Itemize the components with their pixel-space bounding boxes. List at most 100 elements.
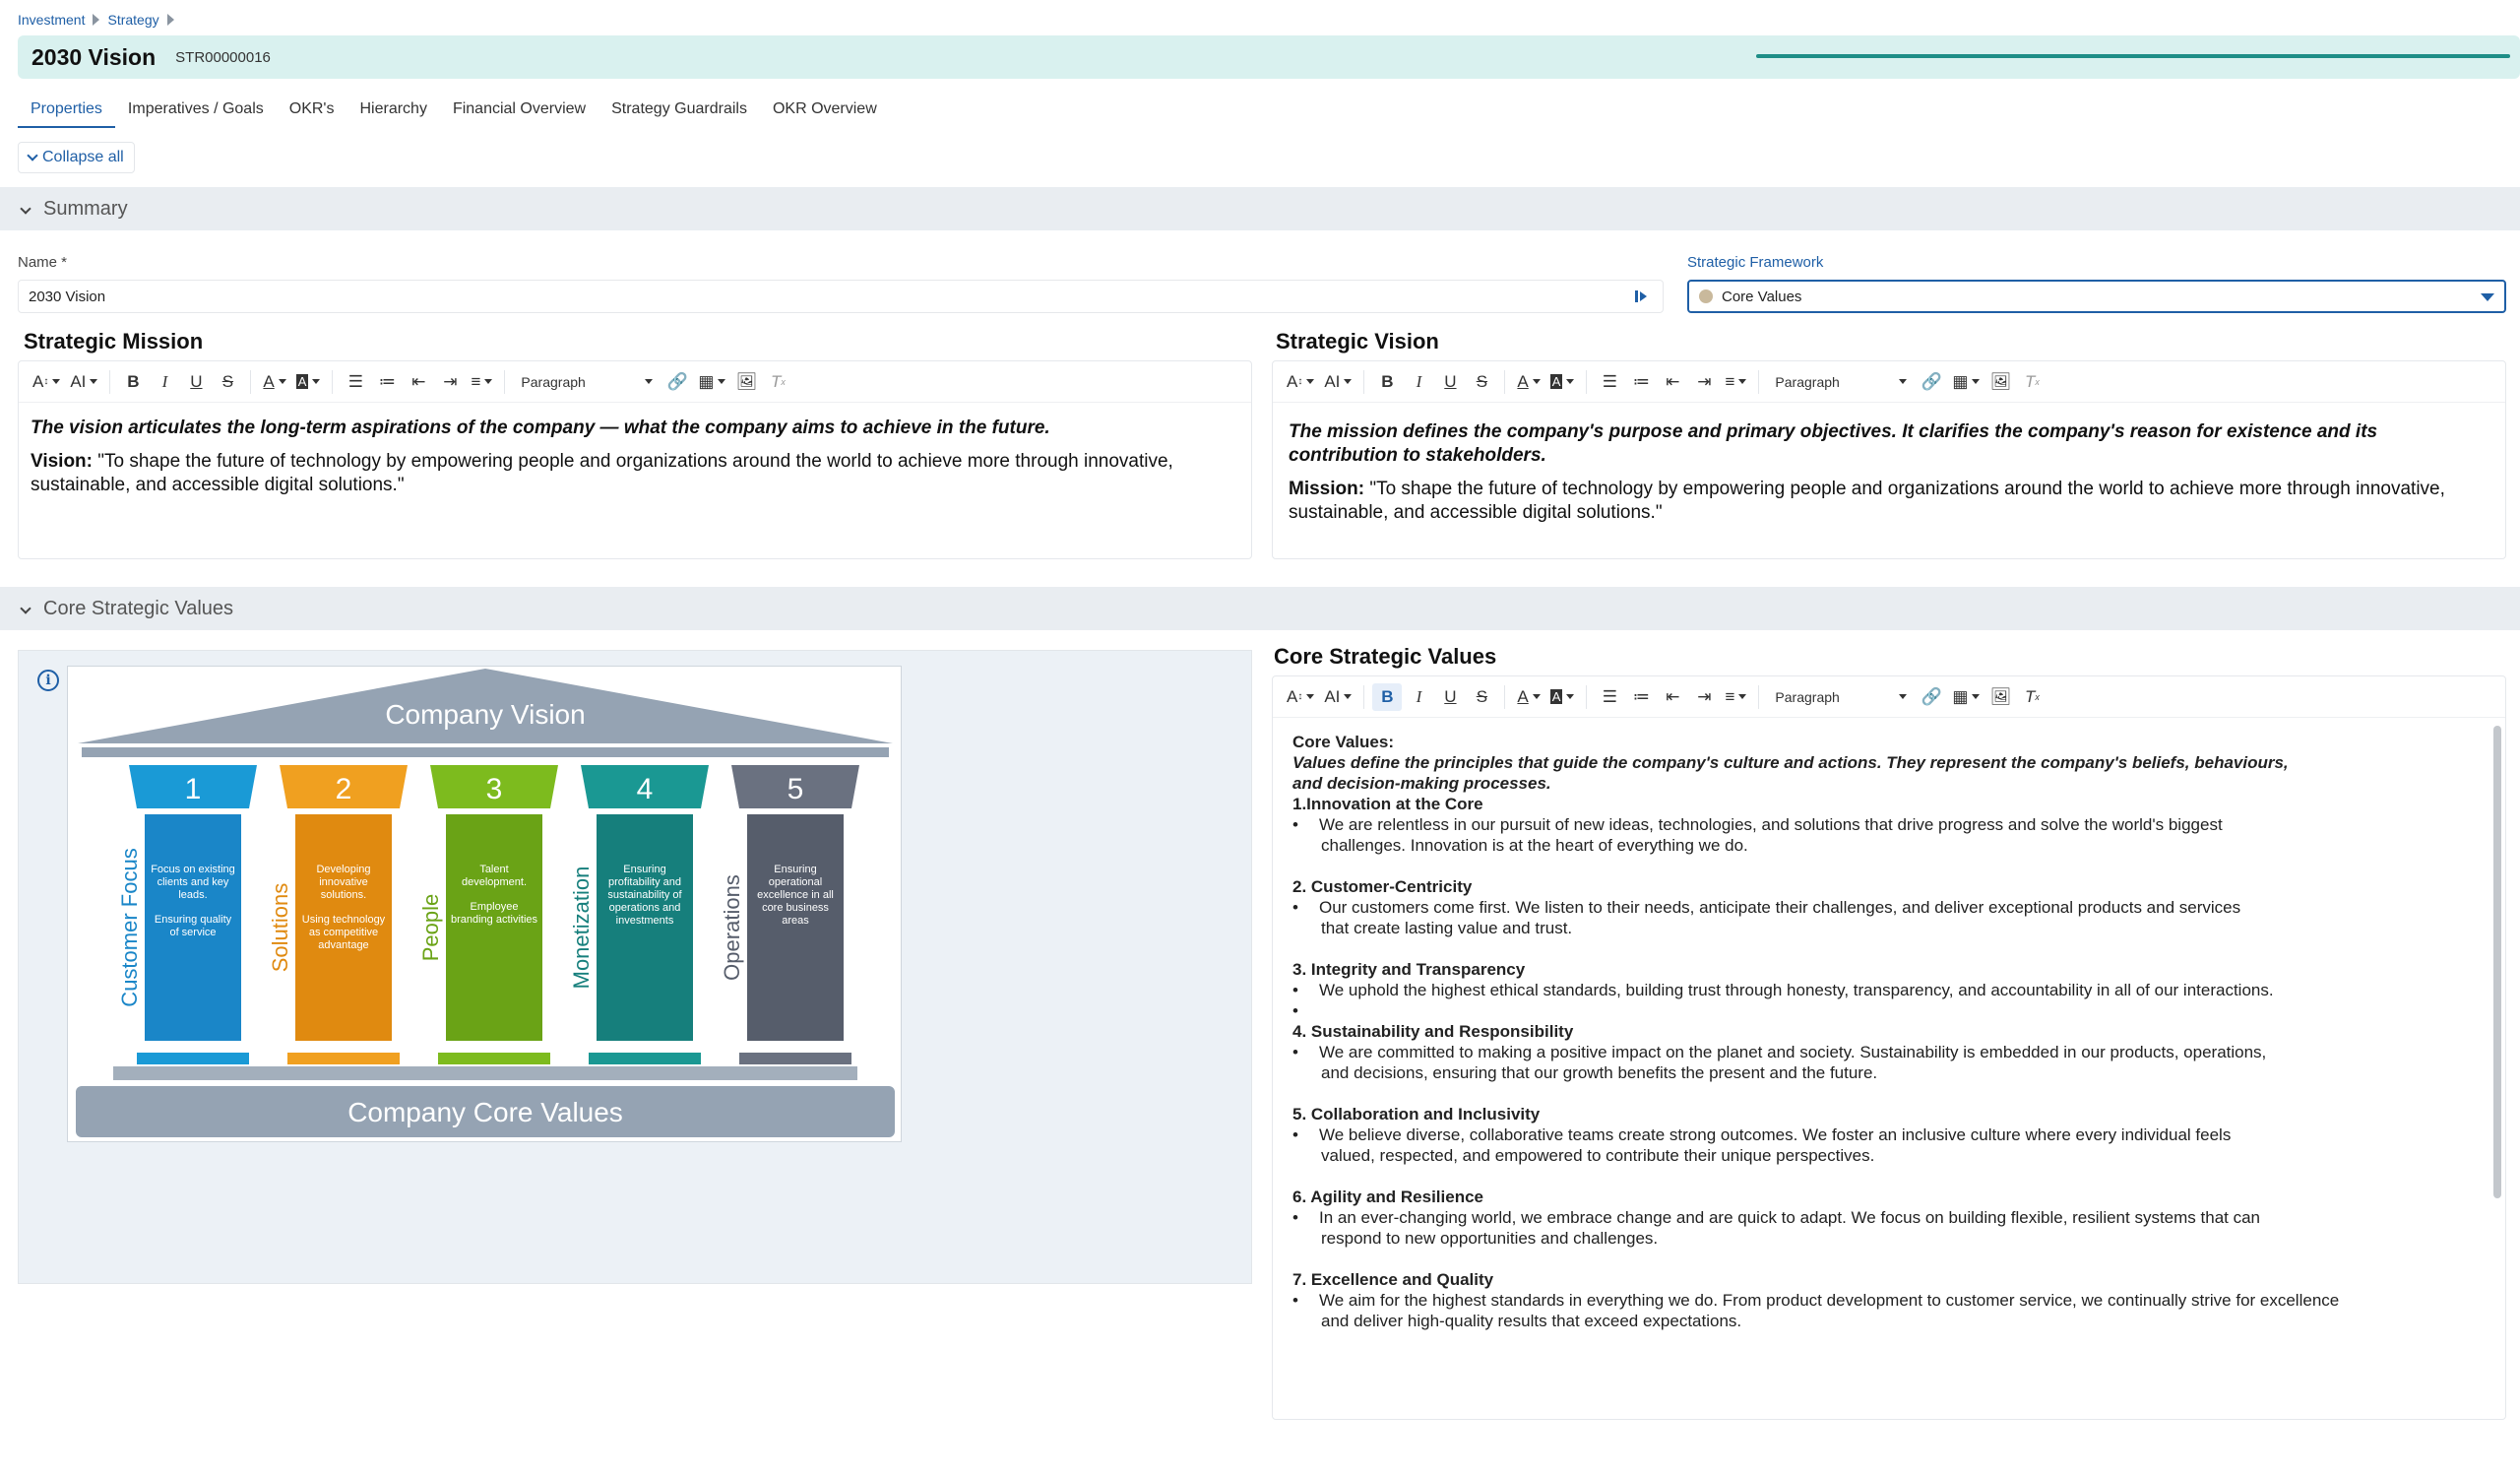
underline-icon[interactable]: U xyxy=(1435,683,1465,711)
font-size-icon[interactable]: A ↕ xyxy=(1283,683,1318,711)
highlight-color-icon[interactable]: A xyxy=(292,368,325,396)
name-input[interactable]: 2030 Vision xyxy=(18,280,1664,313)
tab-okr-overview[interactable]: OKR Overview xyxy=(760,96,890,128)
vision-content[interactable]: The mission defines the company's purpos… xyxy=(1273,403,2505,552)
core-values-title: Core Strategic Values xyxy=(1274,644,1497,669)
tab-financial-overview[interactable]: Financial Overview xyxy=(440,96,598,128)
core-values-content[interactable]: Core Values: Values define the principle… xyxy=(1273,718,2505,1407)
outdent-icon[interactable]: ⇤ xyxy=(1658,368,1687,396)
tab-hierarchy[interactable]: Hierarchy xyxy=(346,96,439,128)
framework-value: Core Values xyxy=(1722,288,1802,305)
indent-icon[interactable]: ⇥ xyxy=(435,368,465,396)
collapse-all-label: Collapse all xyxy=(42,149,124,165)
info-icon[interactable]: i xyxy=(37,670,59,691)
indent-icon[interactable]: ⇥ xyxy=(1689,368,1719,396)
align-icon[interactable]: ≡ xyxy=(1721,368,1750,396)
core-value-description-cont: valued, respected, and empowered to cont… xyxy=(1321,1146,1875,1165)
underline-icon[interactable]: U xyxy=(181,368,211,396)
clear-format-icon[interactable]: Tx xyxy=(2017,368,2047,396)
status-dot-icon xyxy=(1699,289,1713,303)
core-value-title: 2. Customer-Centricity xyxy=(1292,877,1473,896)
pillar-text-secondary: Employee branding activities xyxy=(450,901,538,926)
strikethrough-icon[interactable]: S xyxy=(1467,368,1496,396)
breadcrumb-investment[interactable]: Investment xyxy=(18,12,85,28)
chevron-right-icon xyxy=(166,14,174,26)
tab-okrs[interactable]: OKR's xyxy=(277,96,347,128)
pillar: 4 Monetization Ensuring profitability and … xyxy=(569,765,709,1064)
scrollbar[interactable] xyxy=(2493,726,2501,1198)
breadcrumb: Investment Strategy xyxy=(18,12,174,28)
collapse-all-button[interactable]: Collapse all xyxy=(18,142,135,173)
pillar-side-label: Operations xyxy=(720,874,744,981)
insert-image-icon[interactable]: 🖼 xyxy=(1985,683,2015,711)
link-icon[interactable]: 🔗 xyxy=(1917,368,1946,396)
italic-icon[interactable]: I xyxy=(1404,368,1433,396)
indent-icon[interactable]: ⇥ xyxy=(1689,683,1719,711)
insert-image-icon[interactable]: 🖼 xyxy=(731,368,761,396)
italic-icon[interactable]: I xyxy=(1404,683,1433,711)
font-family-icon[interactable]: AI xyxy=(1320,683,1355,711)
mission-content[interactable]: The vision articulates the long-term asp… xyxy=(19,403,1251,521)
framework-select[interactable]: Core Values xyxy=(1687,280,2506,313)
section-summary-header[interactable]: Summary xyxy=(0,187,2520,230)
pillar: 5 Operations Ensuring operational excellen… xyxy=(720,765,859,1064)
pillar-text-secondary: Using technology as competitive advantag… xyxy=(301,914,386,951)
core-value-description-cont: and decisions, ensuring that our growth … xyxy=(1321,1063,1878,1082)
core-value-description: Our customers come first. We listen to t… xyxy=(1292,897,2486,918)
table-icon[interactable]: ▦ xyxy=(1948,368,1984,396)
font-size-icon[interactable]: A ↕ xyxy=(29,368,64,396)
font-size-icon[interactable]: A ↕ xyxy=(1283,368,1318,396)
tab-strategy-guardrails[interactable]: Strategy Guardrails xyxy=(598,96,760,128)
highlight-color-icon[interactable]: A xyxy=(1546,368,1579,396)
translate-icon[interactable] xyxy=(1635,289,1649,303)
font-color-icon[interactable]: A xyxy=(1513,683,1544,711)
tab-properties[interactable]: Properties xyxy=(18,96,115,128)
mission-editor[interactable]: A ↕ AI B I U S A A ☰ ≔ ⇤ ⇥ ≡ Paragraph 🔗 … xyxy=(18,360,1252,559)
bullet-list-icon[interactable]: ≔ xyxy=(1626,683,1656,711)
breadcrumb-strategy[interactable]: Strategy xyxy=(107,12,158,28)
core-value-description-cont: challenges. Innovation is at the heart o… xyxy=(1321,836,1748,855)
core-value-description-cont: and deliver high-quality results that ex… xyxy=(1321,1312,1742,1330)
paragraph-select[interactable]: Paragraph xyxy=(1767,683,1915,711)
clear-format-icon[interactable]: Tx xyxy=(2017,683,2047,711)
core-value-description: We believe diverse, collaborative teams … xyxy=(1292,1124,2486,1145)
core-values-editor[interactable]: A ↕ AI B I U S A A ☰ ≔ ⇤ ⇥ ≡ Paragraph 🔗 … xyxy=(1272,675,2506,1420)
font-color-icon[interactable]: A xyxy=(1513,368,1544,396)
font-family-icon[interactable]: AI xyxy=(66,368,101,396)
vision-editor[interactable]: A ↕ AI B I U S A A ☰ ≔ ⇤ ⇥ ≡ Paragraph 🔗 … xyxy=(1272,360,2506,559)
align-icon[interactable]: ≡ xyxy=(467,368,496,396)
font-family-icon[interactable]: AI xyxy=(1320,368,1355,396)
outdent-icon[interactable]: ⇤ xyxy=(1658,683,1687,711)
outdent-icon[interactable]: ⇤ xyxy=(404,368,433,396)
pillar-foot xyxy=(438,1053,550,1064)
bold-icon[interactable]: B xyxy=(1372,682,1403,711)
bold-icon[interactable]: B xyxy=(118,368,148,396)
link-icon[interactable]: 🔗 xyxy=(1917,683,1946,711)
tab-imperatives-goals[interactable]: Imperatives / Goals xyxy=(115,96,277,128)
highlight-color-icon[interactable]: A xyxy=(1546,683,1579,711)
clear-format-icon[interactable]: Tx xyxy=(763,368,792,396)
strikethrough-icon[interactable]: S xyxy=(213,368,242,396)
italic-icon[interactable]: I xyxy=(150,368,179,396)
bullet-list-icon[interactable]: ≔ xyxy=(1626,368,1656,396)
table-icon[interactable]: ▦ xyxy=(694,368,729,396)
link-icon[interactable]: 🔗 xyxy=(662,368,692,396)
plinth xyxy=(113,1066,857,1080)
paragraph-select[interactable]: Paragraph xyxy=(1767,368,1915,396)
numbered-list-icon[interactable]: ☰ xyxy=(1595,368,1624,396)
paragraph-select[interactable]: Paragraph xyxy=(513,368,661,396)
insert-image-icon[interactable]: 🖼 xyxy=(1985,368,2015,396)
section-core-values-header[interactable]: Core Strategic Values xyxy=(0,587,2520,630)
pillar-side-label: Customer Focus xyxy=(117,848,142,1006)
numbered-list-icon[interactable]: ☰ xyxy=(341,368,370,396)
strikethrough-icon[interactable]: S xyxy=(1467,683,1496,711)
table-icon[interactable]: ▦ xyxy=(1948,683,1984,711)
font-color-icon[interactable]: A xyxy=(259,368,289,396)
align-icon[interactable]: ≡ xyxy=(1721,683,1750,711)
bold-icon[interactable]: B xyxy=(1372,368,1402,396)
numbered-list-icon[interactable]: ☰ xyxy=(1595,683,1624,711)
pillar-foot xyxy=(589,1053,701,1064)
underline-icon[interactable]: U xyxy=(1435,368,1465,396)
base-label: Company Core Values xyxy=(347,1097,623,1127)
bullet-list-icon[interactable]: ≔ xyxy=(372,368,402,396)
